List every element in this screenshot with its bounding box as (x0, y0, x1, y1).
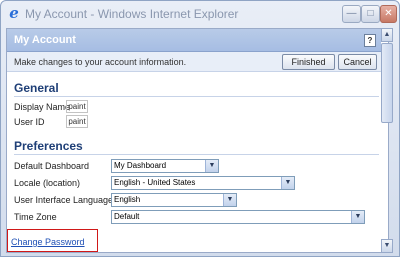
instructions-text: Make changes to your account information… (14, 57, 187, 67)
locale-value: English - United States (114, 178, 196, 187)
time-zone-select[interactable]: Default ▼ (111, 210, 365, 224)
ui-language-select[interactable]: English ▼ (111, 193, 237, 207)
ui-language-label: User Interface Language (14, 195, 114, 205)
ie-icon: e (9, 4, 19, 22)
scrollbar-thumb[interactable] (381, 43, 393, 123)
chevron-down-icon: ▼ (205, 160, 218, 172)
change-password-link[interactable]: Change Password (11, 237, 85, 247)
instructions-bar: Make changes to your account information… (7, 52, 381, 72)
preferences-divider (14, 154, 379, 155)
time-zone-label: Time Zone (14, 212, 57, 222)
page-content: My Account ? Make changes to your accoun… (6, 28, 389, 253)
user-id-value: paint (66, 115, 88, 128)
help-icon[interactable]: ? (364, 34, 376, 47)
title-bar[interactable]: e My Account - Windows Internet Explorer… (1, 1, 399, 27)
display-name-value: paint (66, 100, 88, 113)
default-dashboard-label: Default Dashboard (14, 161, 90, 171)
browser-window: e My Account - Windows Internet Explorer… (0, 0, 400, 257)
user-id-label: User ID (14, 117, 45, 127)
locale-select[interactable]: English - United States ▼ (111, 176, 295, 190)
preferences-heading: Preferences (14, 139, 83, 153)
minimize-button[interactable]: — (342, 5, 361, 23)
dialog-title: My Account (14, 34, 76, 46)
general-divider (14, 96, 379, 97)
cancel-button[interactable]: Cancel (338, 54, 377, 70)
chevron-down-icon: ▼ (281, 177, 294, 189)
time-zone-value: Default (114, 212, 140, 221)
close-button[interactable]: ✕ (380, 5, 397, 23)
finished-button[interactable]: Finished (282, 54, 335, 70)
dialog-header: My Account ? (7, 29, 381, 52)
general-heading: General (14, 81, 59, 95)
locale-label: Locale (location) (14, 178, 81, 188)
chevron-down-icon: ▼ (223, 194, 236, 206)
chevron-down-icon: ▼ (351, 211, 364, 223)
maximize-button[interactable]: □ (361, 5, 380, 23)
default-dashboard-value: My Dashboard (114, 161, 167, 170)
ui-language-value: English (114, 195, 141, 204)
window-title: My Account - Windows Internet Explorer (25, 7, 239, 21)
default-dashboard-select[interactable]: My Dashboard ▼ (111, 159, 219, 173)
scroll-up-button[interactable]: ▲ (381, 28, 393, 42)
scroll-down-button[interactable]: ▼ (381, 239, 393, 253)
display-name-label: Display Name (14, 102, 71, 112)
